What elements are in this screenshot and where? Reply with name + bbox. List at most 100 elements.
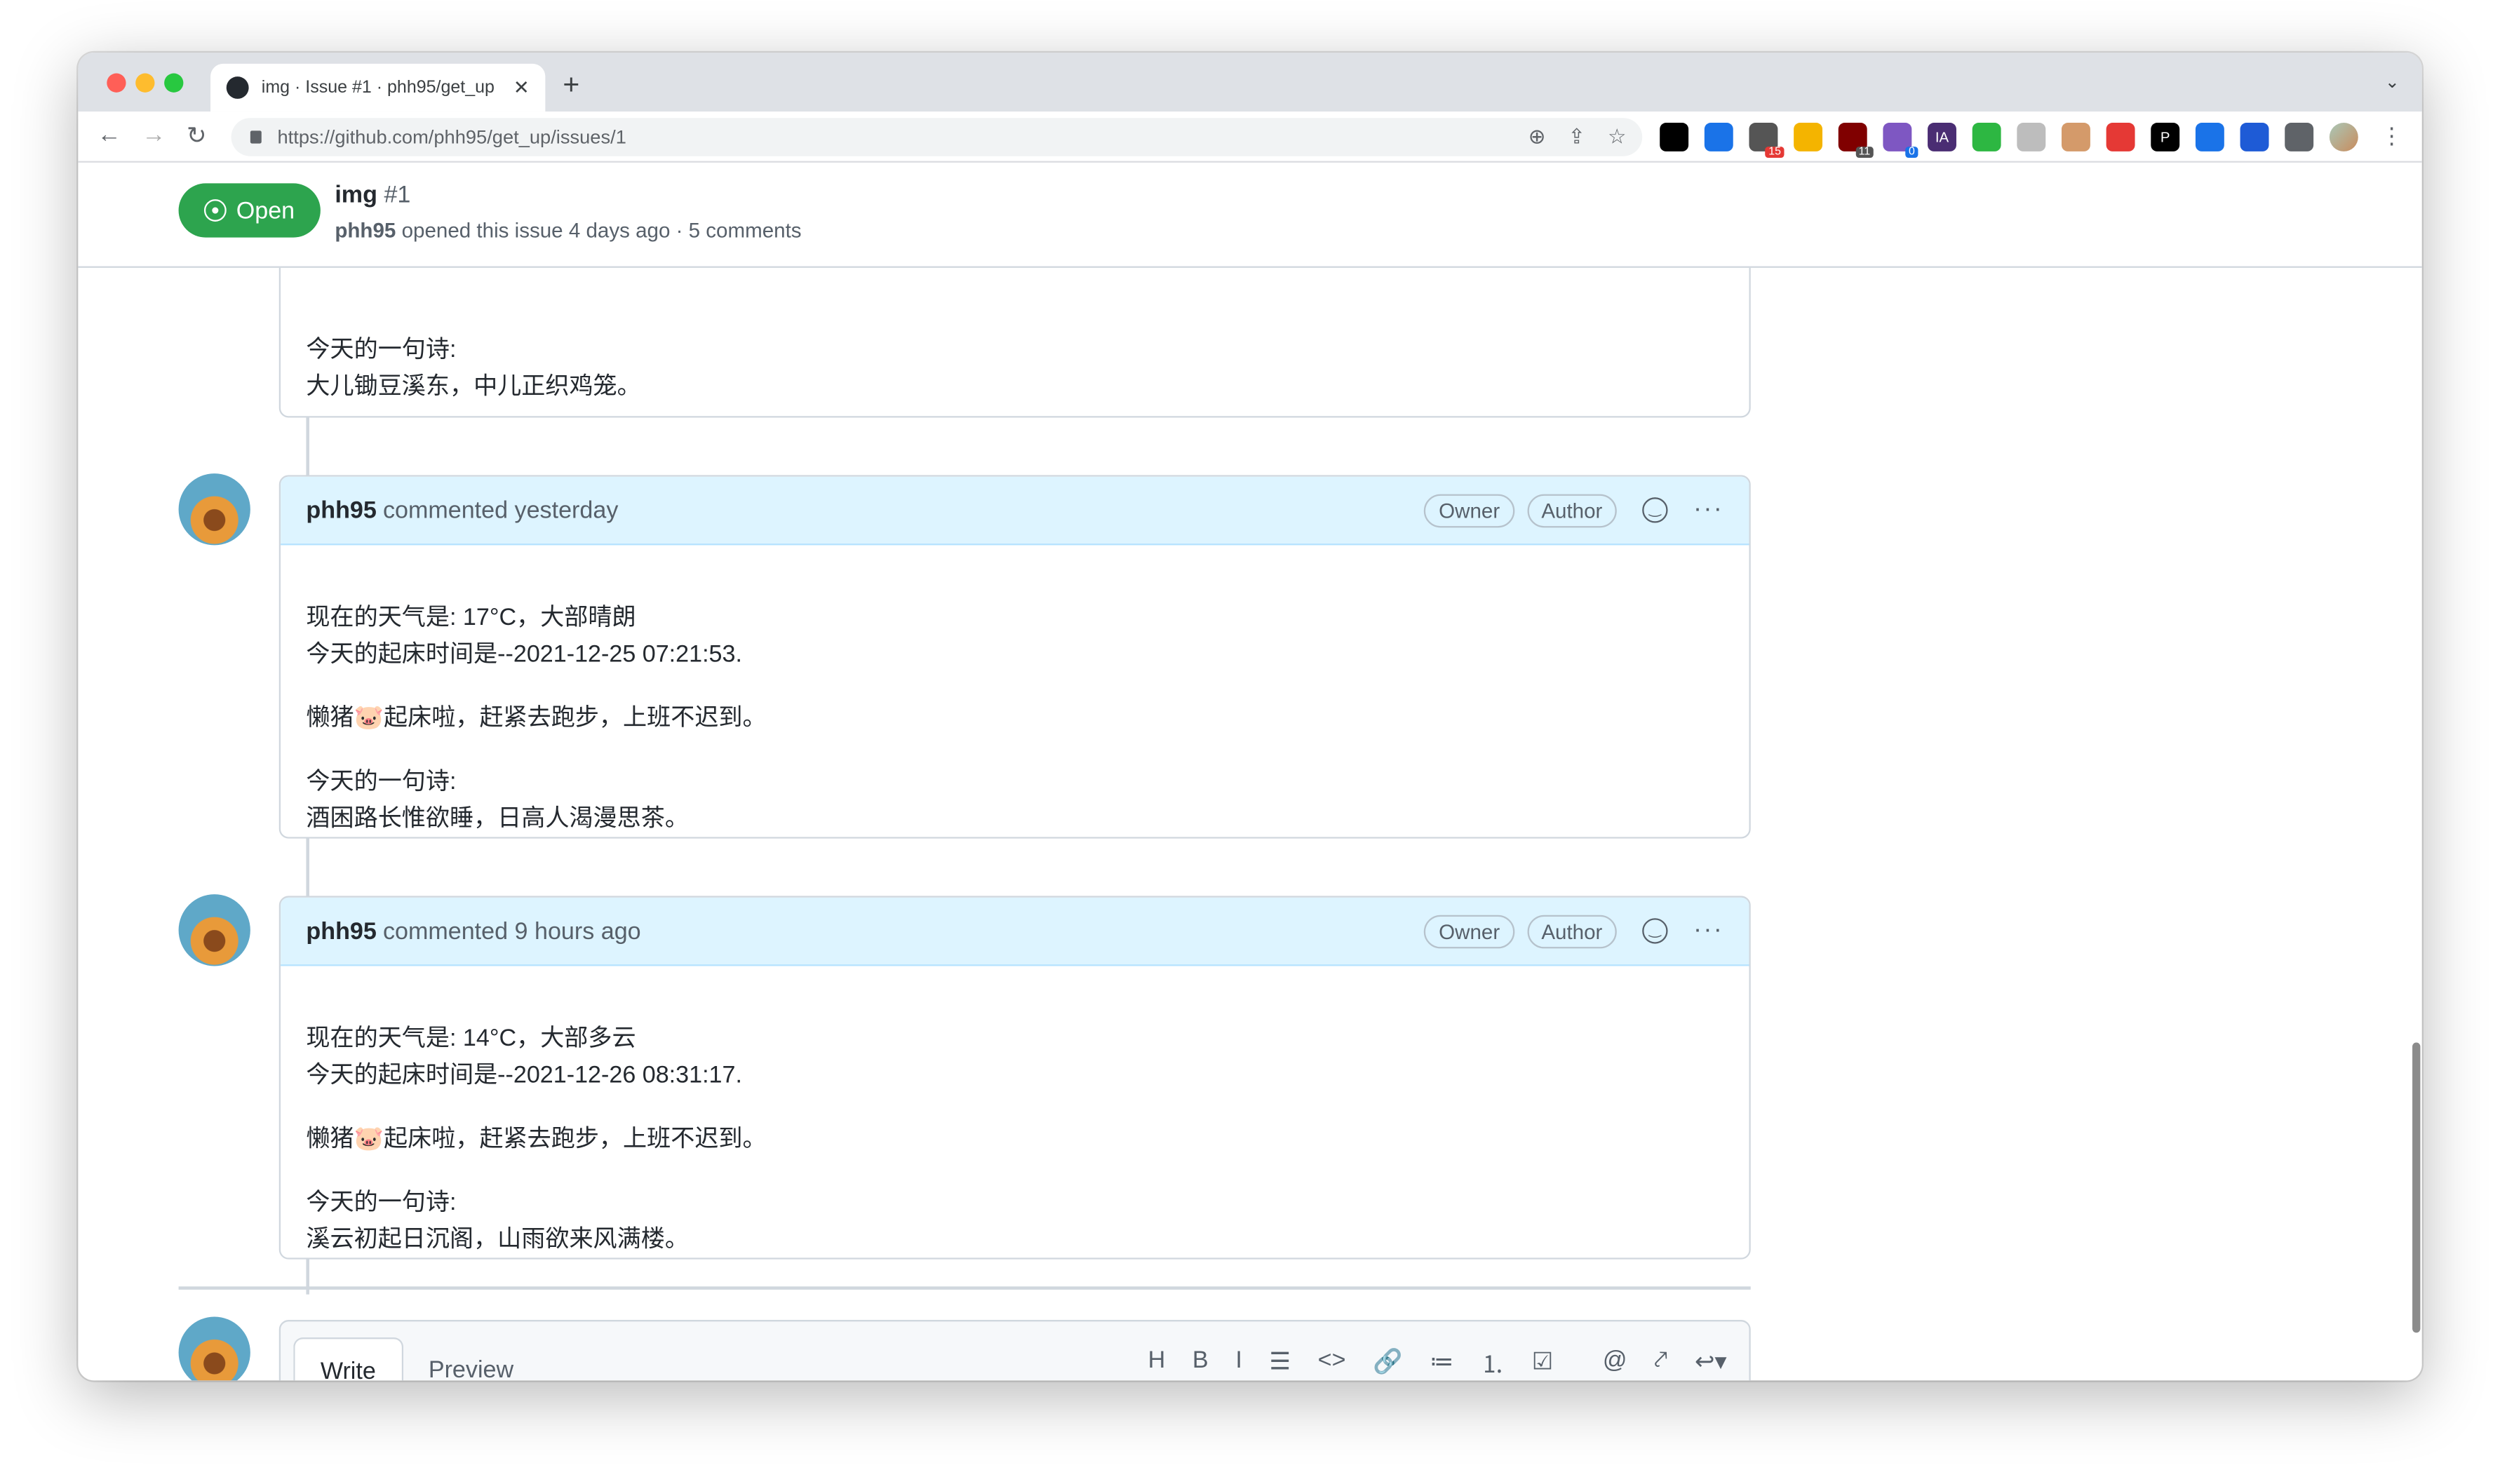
ext-grid-icon[interactable]: 15 — [1749, 123, 1785, 158]
browser-window: img · Issue #1 · phh95/get_up ✕ + ⌄ ← → … — [78, 53, 2422, 1381]
bullet-list-icon[interactable]: ≔ — [1430, 1347, 1453, 1381]
ext-ia-icon[interactable]: IA — [1928, 123, 1956, 151]
issue-state-badge: Open — [178, 183, 321, 238]
ext-sync-icon[interactable]: 0 — [1883, 123, 1918, 158]
reference-icon[interactable]: ⤤ — [1654, 1347, 1667, 1381]
ext-p-icon[interactable]: P — [2151, 123, 2180, 151]
more-options-icon[interactable]: ··· — [1693, 496, 1723, 525]
ext-face-icon[interactable] — [2061, 123, 2090, 151]
profile-avatar[interactable] — [2329, 123, 2358, 151]
comment-line: 今天的起床时间是--2021-12-26 08:31:17. — [306, 1061, 742, 1089]
back-icon[interactable]: ← — [98, 121, 121, 149]
tab-bar: img · Issue #1 · phh95/get_up ✕ + ⌄ — [78, 53, 2422, 112]
issue-number: #1 — [384, 182, 411, 209]
comment-line: 今天的一句诗: — [306, 1189, 457, 1217]
extension-badge: 15 — [1765, 147, 1785, 158]
issue-author-link[interactable]: phh95 — [335, 218, 396, 242]
tab-search-chevron-icon[interactable]: ⌄ — [2385, 72, 2400, 93]
address-bar[interactable]: https://github.com/phh95/get_up/issues/1… — [231, 118, 1643, 156]
heading-icon[interactable]: H — [1148, 1347, 1166, 1381]
tab-title: img · Issue #1 · phh95/get_up — [261, 78, 495, 97]
more-options-icon[interactable]: ··· — [1693, 917, 1723, 945]
ext-blue-circle-icon[interactable] — [1704, 123, 1733, 151]
issue-opened-icon — [204, 199, 227, 222]
comment-line: 今天的起床时间是--2021-12-25 07:21:53. — [306, 640, 742, 668]
url-text: https://github.com/phh95/get_up/issues/1 — [277, 126, 626, 149]
comment-author-avatar[interactable] — [178, 473, 250, 546]
comment-line: 酒困路长惟欲睡，日高人渴漫思茶。 — [306, 804, 689, 832]
ext-ublock-icon[interactable]: 11 — [1838, 123, 1874, 158]
ext-puzzle-icon[interactable] — [2285, 123, 2314, 151]
ext-dark-icon[interactable] — [1660, 123, 1689, 151]
tab-write[interactable]: Write — [293, 1337, 403, 1381]
tab-preview[interactable]: Preview — [403, 1337, 539, 1380]
page-scrollbar[interactable] — [2412, 1042, 2421, 1333]
reply-icon[interactable]: ↩▾ — [1695, 1347, 1727, 1381]
ext-file-down-icon[interactable] — [2195, 123, 2224, 151]
reload-icon[interactable]: ↻ — [187, 121, 207, 150]
task-list-icon[interactable]: ☑ — [1532, 1347, 1554, 1381]
comment-author-avatar[interactable] — [178, 894, 250, 966]
github-icon — [226, 76, 249, 99]
comment-line: 大儿锄豆溪东，中儿正织鸡笼。 — [306, 372, 641, 400]
screen: img · Issue #1 · phh95/get_up ✕ + ⌄ ← → … — [0, 0, 2500, 1484]
mention-icon[interactable]: @ — [1603, 1347, 1627, 1381]
comment-line: 今天的一句诗: — [306, 768, 457, 796]
issue-title: img #1 — [335, 182, 410, 209]
comment-line: 现在的天气是: 14°C，大部多云 — [306, 1025, 636, 1053]
issue-sticky-header: Open img #1 phh95 opened this issue 4 da… — [78, 162, 2422, 268]
comment-author-link[interactable]: phh95 — [306, 917, 376, 945]
zoom-icon[interactable]: ⊕ — [1528, 124, 1546, 149]
italic-icon[interactable]: I — [1235, 1347, 1242, 1381]
comment-body: 现在的天气是: 14°C，大部多云今天的起床时间是--2021-12-26 08… — [281, 966, 1749, 1257]
browser-tab[interactable]: img · Issue #1 · phh95/get_up ✕ — [210, 63, 546, 112]
author-badge: Author — [1526, 493, 1617, 527]
comment: phh95 commented 9 hours ago Owner Author ‿ ·… — [278, 896, 1751, 1260]
comment-header: phh95 commented 9 hours ago Owner Author ‿ ·… — [281, 897, 1749, 966]
github-issue-page: Open img #1 phh95 opened this issue 4 da… — [78, 162, 2422, 1381]
ext-y-icon[interactable] — [1972, 123, 2001, 151]
ext-shield-icon[interactable] — [2017, 123, 2046, 151]
comment: phh95 commented yesterday Owner Author ‿ ···… — [278, 475, 1751, 839]
link-icon[interactable]: 🔗 — [1373, 1347, 1402, 1381]
bold-icon[interactable]: B — [1192, 1347, 1209, 1381]
extensions-bar: 15 11 0 IA P ⋮ — [1660, 123, 2403, 158]
numbered-list-icon[interactable]: ⒈ — [1481, 1347, 1505, 1381]
comment-line: 懒猪🐷起床啦，赶紧去跑步，上班不迟到。 — [306, 704, 767, 732]
quote-icon[interactable]: ☰ — [1269, 1347, 1291, 1381]
add-reaction-icon[interactable]: ‿ — [1642, 497, 1668, 523]
minimize-window-button[interactable] — [135, 73, 155, 93]
comment-editor: Write Preview H B I ☰ <> 🔗 ≔ ⒈ ☑ @ ⤤ ↩▾ — [278, 1320, 1751, 1381]
code-icon[interactable]: <> — [1318, 1347, 1346, 1381]
extension-badge: 11 — [1855, 147, 1874, 158]
issue-meta-text: opened this issue 4 days ago · 5 comment… — [401, 218, 802, 243]
zoom-window-button[interactable] — [164, 73, 184, 93]
share-icon[interactable]: ⇪ — [1568, 124, 1585, 149]
issue-meta: phh95 opened this issue 4 days ago · 5 c… — [335, 218, 801, 242]
owner-badge: Owner — [1424, 914, 1514, 948]
forward-icon[interactable]: → — [142, 121, 166, 149]
issue-state-label: Open — [236, 196, 295, 224]
add-reaction-icon[interactable]: ‿ — [1642, 918, 1668, 944]
author-badge: Author — [1526, 914, 1617, 948]
issue-title-text: img — [335, 182, 377, 209]
close-window-button[interactable] — [107, 73, 126, 93]
extension-badge: 0 — [1905, 147, 1918, 158]
ext-red-list-icon[interactable] — [2106, 123, 2135, 151]
markdown-toolbar: H B I ☰ <> 🔗 ≔ ⒈ ☑ @ ⤤ ↩▾ — [1148, 1347, 1727, 1381]
comment-timestamp[interactable]: commented yesterday — [383, 497, 618, 524]
comment-timestamp[interactable]: commented 9 hours ago — [383, 917, 641, 945]
comment-body: 现在的天气是: 17°C，大部晴朗今天的起床时间是--2021-12-25 07… — [281, 545, 1749, 837]
browser-toolbar: ← → ↻ https://github.com/phh95/get_up/is… — [78, 112, 2422, 163]
bookmark-star-icon[interactable]: ☆ — [1608, 124, 1626, 149]
ext-download-icon[interactable] — [1794, 123, 1823, 151]
browser-menu-icon[interactable]: ⋮ — [2381, 123, 2403, 151]
new-tab-button[interactable]: + — [563, 69, 579, 102]
close-tab-icon[interactable]: ✕ — [513, 76, 530, 99]
current-user-avatar[interactable] — [178, 1316, 250, 1381]
comment-author-link[interactable]: phh95 — [306, 497, 376, 524]
comment-line: 现在的天气是: 17°C，大部晴朗 — [306, 604, 636, 632]
ext-scissors-icon[interactable] — [2240, 123, 2269, 151]
comment-line: 懒猪🐷起床啦，赶紧去跑步，上班不迟到。 — [306, 1125, 767, 1153]
owner-badge: Owner — [1424, 493, 1514, 527]
